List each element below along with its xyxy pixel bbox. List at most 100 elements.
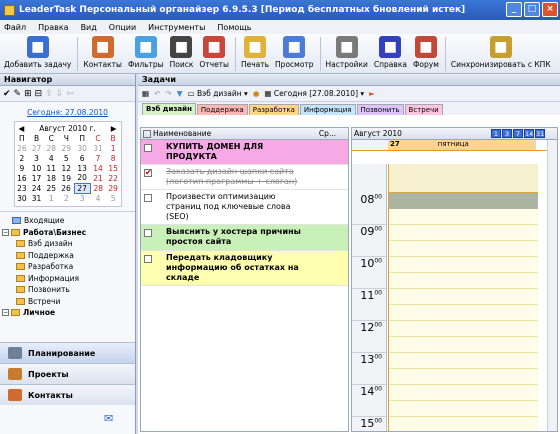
calendar-view-button[interactable]: 14: [524, 129, 534, 138]
nav-section-button[interactable]: Проекты: [0, 363, 135, 384]
header-name[interactable]: Наименование: [153, 129, 319, 138]
time-slot[interactable]: [389, 241, 538, 257]
calendar-day[interactable]: 13: [74, 163, 90, 173]
time-slot[interactable]: [389, 401, 538, 417]
calendar-day[interactable]: 10: [29, 163, 44, 173]
calendar-day[interactable]: 14: [90, 163, 105, 173]
minimize-button[interactable]: _: [506, 2, 522, 17]
task-checkbox[interactable]: [144, 229, 152, 237]
tree-item[interactable]: Разработка: [0, 261, 135, 273]
calendar-day[interactable]: 20: [74, 173, 90, 183]
user-icon[interactable]: ●: [253, 89, 260, 98]
category-tab[interactable]: Разработка: [248, 104, 299, 115]
calendar-day[interactable]: 29: [59, 143, 74, 153]
tree-item[interactable]: Позвонить: [0, 284, 135, 296]
redo-icon[interactable]: ↷: [165, 89, 171, 98]
task-row[interactable]: Передать кладовщику информацию об остатк…: [141, 251, 348, 286]
calendar-day[interactable]: 3: [29, 153, 44, 163]
time-slot[interactable]: [389, 353, 538, 369]
calendar-view-button[interactable]: 1: [491, 129, 501, 138]
tree-item[interactable]: − Работа\Бизнес: [0, 227, 135, 239]
calendar-day[interactable]: 30: [15, 193, 30, 203]
today-link[interactable]: Сегодня: 27.08.2010: [0, 108, 135, 117]
arrow-down-icon[interactable]: ⇩: [56, 89, 64, 99]
tree-item[interactable]: − Личное: [0, 307, 135, 317]
calendar-day[interactable]: 26: [15, 143, 30, 153]
calendar-day[interactable]: 8: [106, 153, 121, 163]
header-checkbox[interactable]: [143, 129, 151, 138]
calendar-day[interactable]: 5: [106, 193, 121, 203]
calendar-day[interactable]: 23: [15, 183, 30, 193]
calendar-day[interactable]: 26: [59, 183, 74, 193]
task-row[interactable]: КУПИТЬ ДОМЕН ДЛЯ ПРОДУКТА: [141, 140, 348, 165]
header-extra[interactable]: Ср...: [319, 129, 336, 138]
undo-icon[interactable]: ↶: [154, 89, 160, 98]
calendar-day[interactable]: 31: [90, 143, 105, 153]
next-month-button[interactable]: ▶: [111, 124, 117, 133]
calendar-day[interactable]: 9: [15, 163, 30, 173]
calendar-day[interactable]: 2: [59, 193, 74, 203]
toolbar-button[interactable]: ■ Справка: [374, 34, 407, 69]
time-slot[interactable]: [389, 337, 538, 353]
new-task-icon[interactable]: ▦: [142, 89, 149, 98]
calendar-view-button[interactable]: 7: [513, 129, 523, 138]
calendar-day[interactable]: 29: [106, 183, 121, 193]
time-slot[interactable]: [389, 257, 538, 273]
check-icon[interactable]: ✔: [3, 89, 11, 99]
toolbar-button[interactable]: ■ Поиск: [170, 34, 193, 69]
menu-edit[interactable]: Правка: [38, 23, 68, 32]
calendar-day[interactable]: 27: [73, 182, 91, 194]
menu-tools[interactable]: Инструменты: [148, 23, 205, 32]
task-checkbox[interactable]: [144, 144, 152, 152]
day-column[interactable]: [388, 164, 538, 431]
time-slot[interactable]: [389, 305, 538, 321]
time-slot[interactable]: [389, 225, 538, 241]
category-dropdown[interactable]: ▭ Вэб дизайн ▾: [187, 89, 247, 98]
calendar-view-button[interactable]: 31: [535, 129, 545, 138]
collapse-icon[interactable]: ⊟: [35, 89, 43, 99]
prev-month-button[interactable]: ◀: [19, 124, 25, 133]
date-dropdown[interactable]: ▦ Сегодня [27.08.2010] ▾: [264, 89, 364, 98]
close-button[interactable]: ×: [542, 2, 558, 17]
calendar-day[interactable]: 16: [15, 173, 30, 183]
toolbar-button[interactable]: ■ Форум: [413, 34, 439, 69]
maximize-button[interactable]: □: [524, 2, 540, 17]
menu-view[interactable]: Вид: [81, 23, 97, 32]
calendar-day[interactable]: 22: [106, 173, 121, 183]
task-checkbox[interactable]: ✔: [144, 169, 152, 177]
tree-item[interactable]: Вэб дизайн: [0, 238, 135, 250]
expand-icon[interactable]: ⊞: [24, 89, 32, 99]
tree-item[interactable]: Информация: [0, 273, 135, 285]
toolbar-button[interactable]: ■ Настройки: [326, 34, 368, 69]
tree-item[interactable]: Поддержка: [0, 250, 135, 262]
tree-item[interactable]: Встречи: [0, 296, 135, 308]
time-slot[interactable]: [389, 369, 538, 385]
menu-help[interactable]: Помощь: [217, 23, 251, 32]
arrow-left-icon[interactable]: ⇦: [66, 89, 74, 99]
expand-toggle-icon[interactable]: −: [2, 228, 9, 236]
calendar-day[interactable]: 27: [29, 143, 44, 153]
calendar-day[interactable]: 11: [44, 163, 59, 173]
toolbar-button[interactable]: ■ Отчеты: [199, 34, 229, 69]
calendar-day[interactable]: 19: [59, 173, 74, 183]
toolbar-button[interactable]: ■ Печать: [241, 34, 269, 69]
uncheck-icon[interactable]: ✎: [14, 89, 22, 99]
calendar-day[interactable]: 17: [29, 173, 44, 183]
flag-icon[interactable]: ►: [369, 89, 375, 98]
calendar-day[interactable]: 3: [74, 193, 90, 203]
nav-section-button[interactable]: Контакты: [0, 384, 135, 405]
calendar-day[interactable]: 6: [74, 153, 90, 163]
expand-toggle-icon[interactable]: −: [2, 309, 9, 317]
calendar-day[interactable]: 15: [106, 163, 121, 173]
task-checkbox[interactable]: [144, 194, 152, 202]
toolbar-button[interactable]: ■ Фильтры: [128, 34, 164, 69]
category-tab[interactable]: Позвонить: [356, 104, 404, 115]
time-slot[interactable]: [389, 289, 538, 305]
category-tab[interactable]: Встречи: [404, 104, 443, 115]
time-slot[interactable]: [389, 385, 538, 401]
calendar-month[interactable]: Август 2010 г.: [39, 124, 96, 133]
calendar-day[interactable]: 4: [44, 153, 59, 163]
time-slot[interactable]: [389, 273, 538, 289]
category-tab[interactable]: Поддержка: [196, 104, 248, 115]
mail-icon[interactable]: ✉: [104, 412, 113, 425]
